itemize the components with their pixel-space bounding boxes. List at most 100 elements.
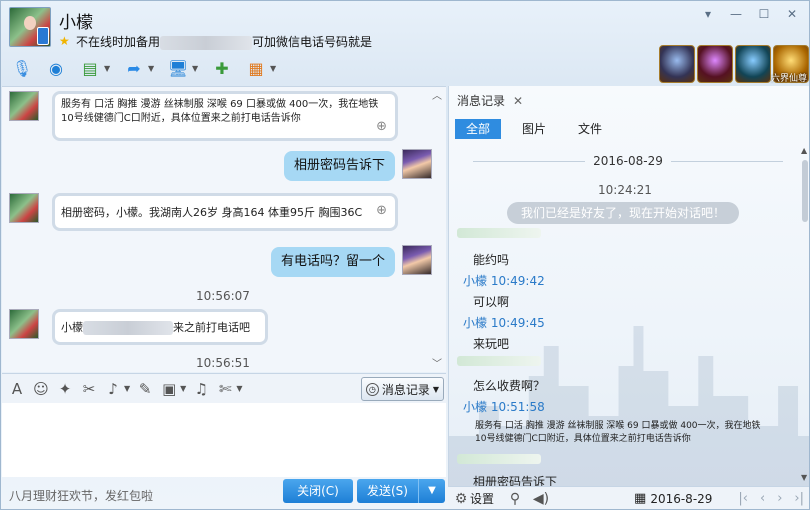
history-sender: 小檬 10:51:58 <box>463 400 545 414</box>
contact-avatar-small[interactable] <box>9 91 39 121</box>
message-text-prefix: 小檬 <box>61 321 83 334</box>
date-picker[interactable]: ▦ 2016-8-29 <box>634 491 712 506</box>
chat-toolbar: 🎙 ◉ ▤ ▼ ➦ ▼ 🖥 ▼ ✚ ▦ ▼ <box>7 53 281 83</box>
settings-label[interactable]: 设置 <box>470 490 494 507</box>
scissors-icon[interactable]: ✄ <box>216 380 234 398</box>
redacted-blur <box>457 228 541 238</box>
chevron-down-icon[interactable]: ▼ <box>124 384 130 393</box>
self-avatar-small[interactable] <box>402 149 432 179</box>
close-button[interactable]: 关闭(C) <box>283 479 353 503</box>
game-icon-3[interactable] <box>735 45 771 83</box>
message-bubble-outgoing: 相册密码告诉下 <box>284 151 396 181</box>
next-page-icon[interactable]: › <box>777 491 782 506</box>
gear-icon[interactable]: ⚙ <box>452 491 470 507</box>
chevron-down-icon[interactable]: ﹀ <box>432 355 442 370</box>
close-icon[interactable]: ✕ <box>785 7 799 21</box>
contact-name[interactable]: 小檬 <box>59 8 93 33</box>
speaker-icon[interactable]: ◀) <box>532 491 550 507</box>
calendar-icon: ▦ <box>634 491 647 506</box>
history-message: 可以啊 <box>473 295 510 309</box>
message-text-suffix: 来之前打电话吧 <box>173 321 250 334</box>
message-list[interactable]: ︿ 服务有 口活 胸推 漫游 丝袜制服 深喉 69 口暴或做 400一次，我在地… <box>2 86 446 372</box>
video-call-button[interactable]: ◉ <box>41 54 71 82</box>
edit-icon[interactable]: ✎ <box>136 380 154 398</box>
chevron-down-icon[interactable]: ▼ <box>236 384 242 393</box>
voice-message-icon[interactable]: ♪ <box>104 380 122 398</box>
contact-avatar-small[interactable] <box>9 193 39 223</box>
zoom-icon[interactable]: ⊕ <box>376 120 387 134</box>
redacted-blur <box>83 321 173 335</box>
scroll-thumb[interactable] <box>802 160 808 222</box>
history-date: 2016-08-29 <box>593 154 663 168</box>
send-label[interactable]: 发送(S) <box>357 479 419 503</box>
game-label: 六界仙尊 <box>770 74 807 84</box>
star-icon: ★ <box>59 34 70 48</box>
apps-grid-icon: ▦ <box>248 58 264 78</box>
history-message: 怎么收费啊？ <box>473 379 546 393</box>
chevron-down-icon[interactable]: ▾ <box>701 7 715 21</box>
game-icon-1[interactable] <box>659 45 695 83</box>
search-icon[interactable]: ⚲ <box>506 491 524 507</box>
send-file-button[interactable]: ➦ ▼ <box>119 54 159 82</box>
message-history-label: 消息记录 <box>381 382 430 397</box>
message-timestamp: 10:56:07 <box>196 289 250 303</box>
first-page-icon[interactable]: |‹ <box>738 491 748 506</box>
folder-arrow-icon: ➦ <box>127 58 141 78</box>
redacted-blur <box>457 454 541 464</box>
zoom-icon[interactable]: ⊕ <box>376 198 387 224</box>
share-screen-button[interactable]: ▤ ▼ <box>75 54 115 82</box>
message-input[interactable] <box>2 403 446 477</box>
tab-message-history[interactable]: 消息记录 ✕ <box>457 92 523 109</box>
chevron-down-icon: ▼ <box>432 384 439 394</box>
filter-images[interactable]: 图片 <box>511 119 557 139</box>
chevron-down-icon[interactable]: ▼ <box>180 384 186 393</box>
redacted-blur <box>457 356 541 366</box>
last-page-icon[interactable]: ›| <box>794 491 804 506</box>
emoji-icon[interactable]: ☺ <box>32 380 50 398</box>
font-icon[interactable]: A <box>8 380 26 398</box>
message-bubble-incoming: 相册密码，小檬。我湖南人26岁 身高164 体重95斤 胸围36C ⊕ <box>52 193 398 231</box>
message-timestamp: 10:56:51 <box>196 356 250 370</box>
chat-window: 小檬 ★ 不在线时加备用 可加微信电话号码就是 ▾ — ☐ ✕ 🎙 ◉ ▤ ▼ ➦… <box>0 0 810 510</box>
image-icon[interactable]: ▣ <box>160 380 178 398</box>
minimize-icon[interactable]: — <box>729 7 743 21</box>
monitor-icon: 🖥 <box>167 58 189 78</box>
prev-page-icon[interactable]: ‹ <box>760 491 765 506</box>
chevron-down-icon[interactable]: ▼ <box>270 64 278 73</box>
promo-text[interactable]: 八月理财狂欢节，发红包啦 <box>9 487 153 504</box>
create-group-button[interactable]: ✚ <box>207 54 237 82</box>
scroll-down-icon[interactable]: ▼ <box>801 473 807 482</box>
contact-avatar-small[interactable] <box>9 309 39 339</box>
history-scrollbar[interactable]: ▲ ▼ <box>800 146 809 482</box>
maximize-icon[interactable]: ☐ <box>757 7 771 21</box>
history-message: 相册密码告诉下 <box>473 475 558 486</box>
filter-all[interactable]: 全部 <box>455 119 502 139</box>
close-icon[interactable]: ✕ <box>513 94 523 108</box>
voice-call-button[interactable]: 🎙 <box>7 54 37 82</box>
chevron-up-icon[interactable]: ︿ <box>432 87 442 102</box>
magic-wand-icon[interactable]: ✦ <box>56 380 74 398</box>
microphone-icon: 🎙 <box>11 58 33 78</box>
filter-files[interactable]: 文件 <box>567 119 613 139</box>
send-button[interactable]: 发送(S) ▼ <box>357 479 445 503</box>
self-avatar-small[interactable] <box>402 245 432 275</box>
apps-button[interactable]: ▦ ▼ <box>241 54 281 82</box>
scroll-up-icon[interactable]: ▲ <box>801 146 807 155</box>
screenshot-icon[interactable]: ✂ <box>80 380 98 398</box>
message-history-button[interactable]: ◷ 消息记录 ▼ <box>360 377 444 401</box>
history-sender: 小檬 10:49:45 <box>463 316 545 330</box>
history-message: 能约吗 <box>473 253 510 267</box>
remote-desktop-button[interactable]: 🖥 ▼ <box>163 54 203 82</box>
game-icon-2[interactable] <box>697 45 733 83</box>
chevron-down-icon[interactable]: ▼ <box>192 64 200 73</box>
music-icon[interactable]: ♫ <box>192 380 210 398</box>
chevron-down-icon[interactable]: ▼ <box>104 64 112 73</box>
history-sender: 小檬 10:49:42 <box>463 274 545 288</box>
history-panel: 消息记录 ✕ 全部 图片 文件 2016-08-29 10:24:21 我们已经… <box>448 86 809 486</box>
camera-icon: ◉ <box>49 58 63 78</box>
chevron-down-icon[interactable]: ▼ <box>419 479 445 503</box>
chevron-down-icon[interactable]: ▼ <box>148 64 156 73</box>
history-message: 服务有 口活 胸推 漫游 丝袜制服 深喉 69 口暴或做 400一次，我在地铁1… <box>475 421 761 444</box>
chat-plus-icon: ✚ <box>215 58 229 78</box>
clock-icon: ◷ <box>365 382 379 396</box>
